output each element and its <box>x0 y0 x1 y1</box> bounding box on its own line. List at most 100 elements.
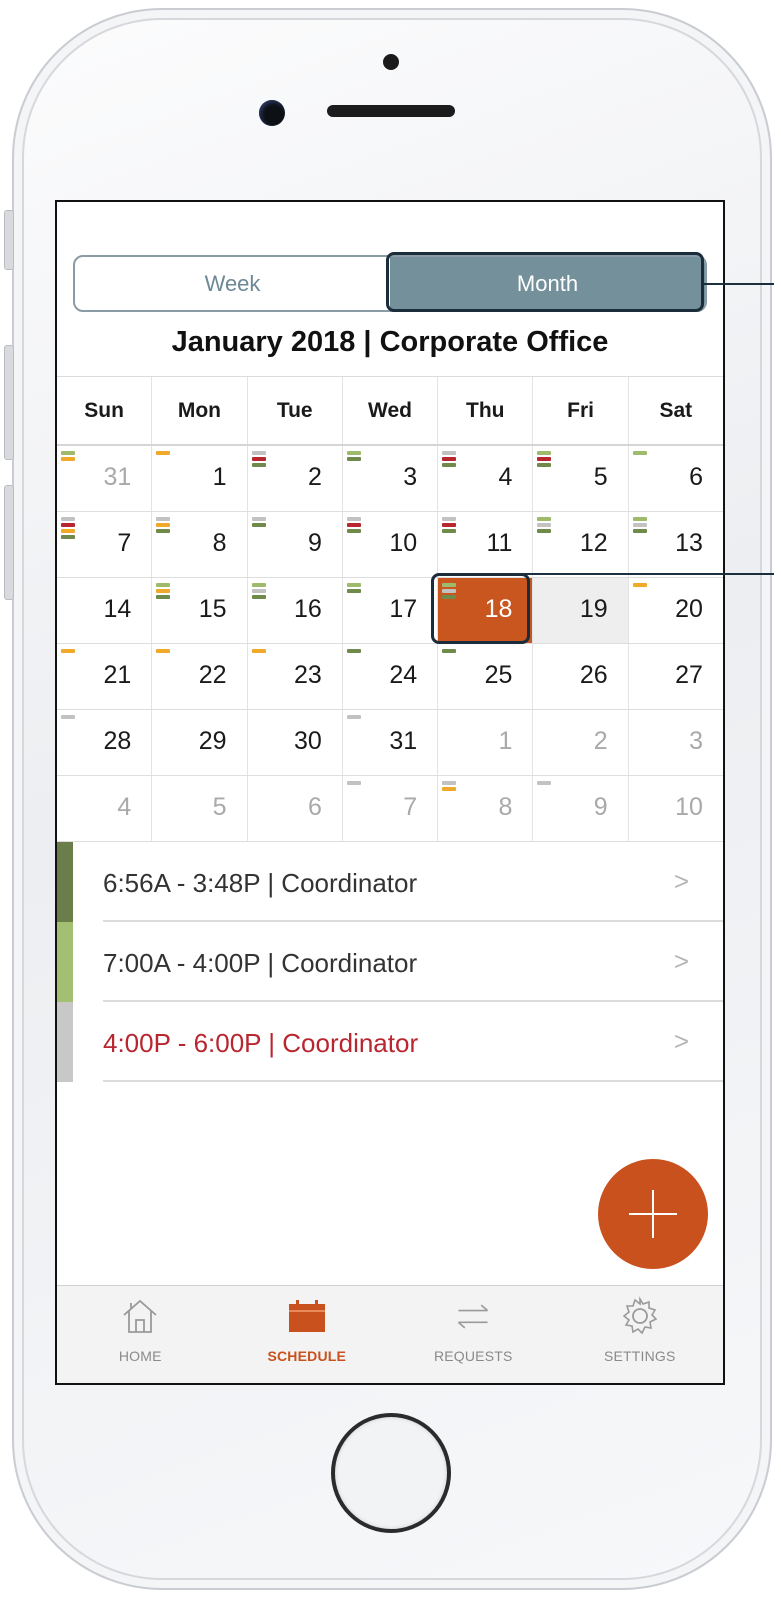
shift-indicators <box>251 451 266 467</box>
calendar-title: January 2018 | Corporate Office <box>171 326 609 358</box>
day-number: 9 <box>593 793 608 821</box>
shift-indicator-mark <box>442 457 457 461</box>
mute-switch <box>4 210 14 270</box>
month-calendar: Sun Mon Tue Wed Thu Fri Sat 31 1 2 3 4 5 6 7 8 9 1… <box>57 376 723 842</box>
calendar-day[interactable]: 27 <box>629 644 723 709</box>
shift-indicators <box>346 517 361 533</box>
calendar-day[interactable]: 9 <box>533 776 629 841</box>
calendar-day[interactable]: 15 <box>152 578 248 643</box>
tab-home-label: HOME <box>118 1348 162 1364</box>
calendar-day[interactable]: 11 <box>438 512 534 577</box>
calendar-day[interactable]: 28 <box>57 710 153 775</box>
shift-indicators <box>346 649 361 653</box>
calendar-day[interactable]: 20 <box>629 578 723 643</box>
shift-indicator-mark <box>251 595 266 599</box>
calendar-day[interactable]: 3 <box>343 446 439 511</box>
weekday-sun: Sun <box>57 377 153 444</box>
day-number: 30 <box>294 727 322 755</box>
calendar-day[interactable]: 7 <box>343 776 439 841</box>
shift-indicator-mark <box>537 517 552 521</box>
calendar-day[interactable]: 25 <box>438 644 534 709</box>
home-button[interactable] <box>331 1413 451 1533</box>
day-number: 23 <box>294 661 322 689</box>
calendar-day[interactable]: 5 <box>152 776 248 841</box>
shift-color-bar <box>57 1002 73 1082</box>
calendar-day[interactable]: 31 <box>343 710 439 775</box>
calendar-day[interactable]: 30 <box>248 710 343 775</box>
day-number: 2 <box>307 463 322 491</box>
week-segment[interactable]: Week <box>75 257 390 310</box>
shift-indicator-mark <box>632 583 647 587</box>
calendar-day[interactable]: 10 <box>343 512 439 577</box>
shift-indicator-mark <box>632 517 647 521</box>
calendar-day[interactable]: 26 <box>533 644 629 709</box>
shift-indicator-mark <box>442 781 457 785</box>
calendar-day[interactable]: 7 <box>57 512 153 577</box>
calendar-day[interactable]: 13 <box>629 512 723 577</box>
calendar-day[interactable]: 5 <box>533 446 629 511</box>
shift-indicators <box>156 451 171 455</box>
shift-indicators <box>442 517 457 533</box>
shift-indicator-mark <box>251 523 266 527</box>
day-number: 3 <box>689 727 703 755</box>
calendar-day[interactable]: 31 <box>57 446 153 511</box>
shift-indicators <box>156 583 171 599</box>
shift-indicator-mark <box>156 589 171 593</box>
calendar-day[interactable]: 22 <box>152 644 248 709</box>
day-number: 21 <box>103 661 132 689</box>
shift-indicators <box>346 583 361 593</box>
calendar-day[interactable]: 6 <box>248 776 343 841</box>
shift-indicator-mark <box>442 523 457 527</box>
calendar-day[interactable]: 1 <box>438 710 534 775</box>
calendar-day[interactable]: 9 <box>248 512 343 577</box>
calendar-day[interactable]: 8 <box>438 776 534 841</box>
shift-row[interactable]: 6:56A - 3:48P | Coordinator > <box>57 842 723 922</box>
shift-indicator-mark <box>156 517 171 521</box>
day-number: 2 <box>593 727 608 755</box>
calendar-day[interactable]: 4 <box>57 776 153 841</box>
calendar-day[interactable]: 2 <box>533 710 629 775</box>
calendar-day[interactable]: 8 <box>152 512 248 577</box>
calendar-week-row: 4 5 6 7 8 9 10 <box>57 776 723 842</box>
calendar-day[interactable]: 14 <box>57 578 153 643</box>
shift-indicators <box>442 451 457 467</box>
calendar-day[interactable]: 1 <box>152 446 248 511</box>
day-number: 1 <box>212 463 227 491</box>
tab-home[interactable]: HOME <box>57 1286 224 1383</box>
shift-indicator-mark <box>251 457 266 461</box>
day-number: 7 <box>117 529 132 557</box>
calendar-day[interactable]: 23 <box>248 644 343 709</box>
shift-indicator-mark <box>442 529 457 533</box>
weekday-fri: Fri <box>533 377 629 444</box>
calendar-day[interactable]: 2 <box>248 446 343 511</box>
calendar-day[interactable]: 3 <box>629 710 723 775</box>
tab-settings[interactable]: SETTINGS <box>557 1286 724 1383</box>
calendar-day[interactable]: 17 <box>343 578 439 643</box>
shift-indicator-mark <box>156 523 171 527</box>
tab-requests[interactable]: REQUESTS <box>390 1286 557 1383</box>
day-number: 31 <box>103 463 132 491</box>
calendar-day[interactable]: 21 <box>57 644 153 709</box>
calendar-day[interactable]: 12 <box>533 512 629 577</box>
shift-list: 6:56A - 3:48P | Coordinator > 7:00A - 4:… <box>57 842 723 1082</box>
shift-row[interactable]: 7:00A - 4:00P | Coordinator > <box>57 922 723 1002</box>
calendar-day[interactable]: 6 <box>629 446 723 511</box>
shift-indicators <box>61 517 75 539</box>
add-button[interactable] <box>598 1159 708 1269</box>
shift-indicators <box>61 649 75 653</box>
weekday-tue: Tue <box>248 377 343 444</box>
shift-indicator-mark <box>61 715 75 719</box>
calendar-day[interactable]: 24 <box>343 644 439 709</box>
calendar-day[interactable]: 29 <box>152 710 248 775</box>
calendar-day[interactable]: 10 <box>629 776 723 841</box>
weekday-thu: Thu <box>438 377 534 444</box>
day-number: 10 <box>389 529 418 557</box>
calendar-day[interactable]: 19 <box>533 578 629 643</box>
divider <box>103 1080 723 1082</box>
shift-row[interactable]: 4:00P - 6:00P | Coordinator > <box>57 1002 723 1082</box>
shift-indicator-mark <box>156 529 171 533</box>
calendar-day[interactable]: 16 <box>248 578 343 643</box>
day-number: 11 <box>486 529 513 557</box>
tab-schedule[interactable]: SCHEDULE <box>224 1286 391 1383</box>
calendar-day[interactable]: 4 <box>438 446 534 511</box>
